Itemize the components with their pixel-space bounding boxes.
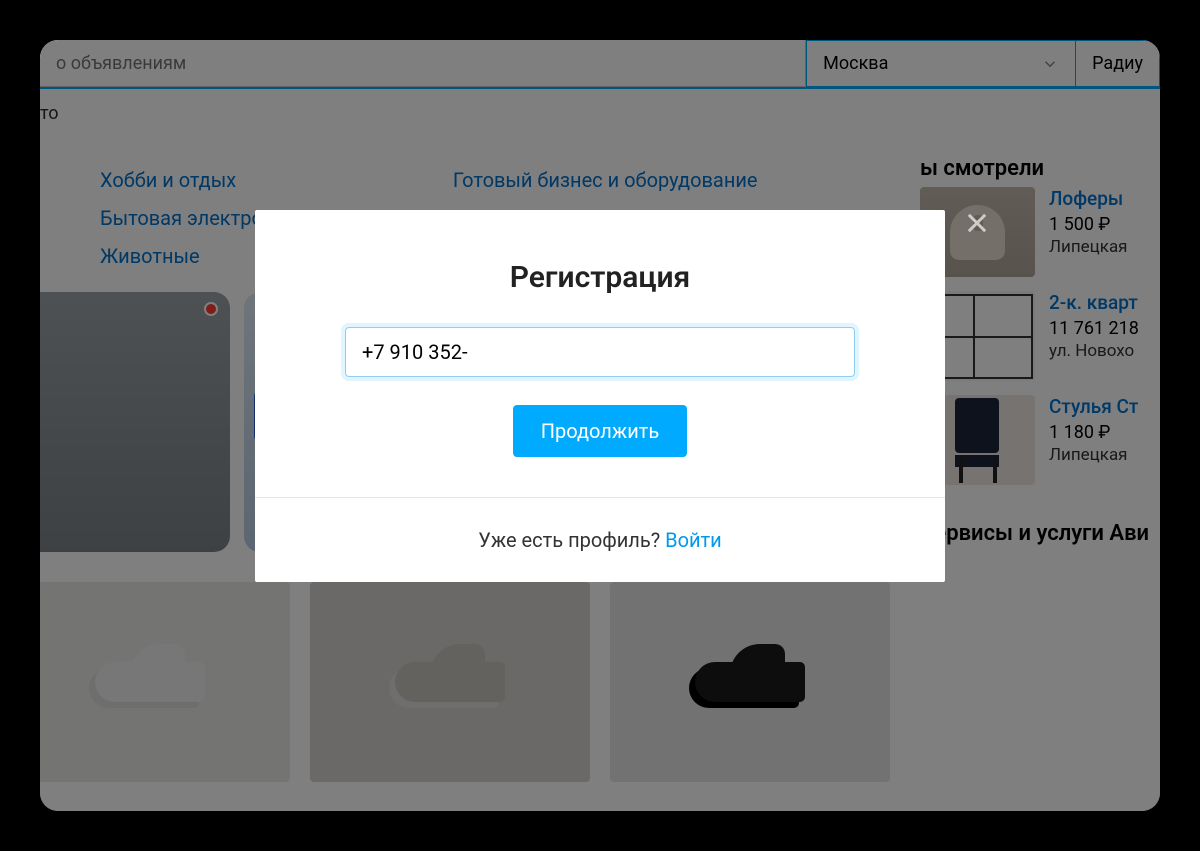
registration-modal: Регистрация Продолжить Уже есть профиль?… bbox=[255, 210, 945, 582]
modal-overlay: Регистрация Продолжить Уже есть профиль?… bbox=[40, 40, 1160, 811]
already-text: Уже есть профиль? bbox=[478, 528, 665, 552]
modal-title: Регистрация bbox=[345, 260, 855, 295]
close-icon bbox=[963, 209, 991, 237]
phone-input[interactable] bbox=[345, 327, 855, 377]
login-link[interactable]: Войти bbox=[665, 528, 722, 552]
close-button[interactable] bbox=[959, 205, 995, 241]
continue-button[interactable]: Продолжить bbox=[513, 405, 687, 457]
modal-footer: Уже есть профиль? Войти bbox=[255, 497, 945, 582]
